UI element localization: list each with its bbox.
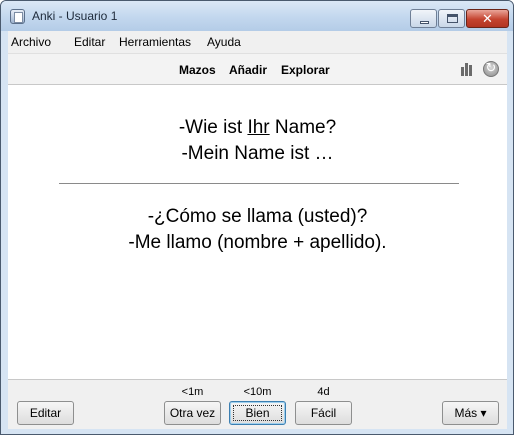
maximize-icon [447, 14, 458, 23]
again-button[interactable]: Otra vez [164, 401, 221, 425]
close-icon: ✕ [482, 11, 493, 26]
card-view: -Wie ist Ihr Name? -Mein Name ist … -¿Có… [8, 85, 507, 379]
anki-app-icon [10, 9, 25, 24]
anki-window: Anki - Usuario 1 ✕ Archivo Editar Herram… [0, 0, 514, 435]
good-button[interactable]: Bien [229, 401, 286, 425]
card-back-line-1: -¿Cómo se llama (usted)? [147, 206, 368, 227]
toolbar-add-link[interactable]: Añadir [229, 63, 267, 77]
interval-easy: 4d [317, 386, 330, 398]
minimize-button[interactable] [410, 9, 437, 28]
underlined-word: Ihr [247, 117, 270, 138]
minimize-icon [420, 21, 429, 24]
sync-icon[interactable] [483, 60, 499, 77]
toolbar-decks-link[interactable]: Mazos [179, 63, 216, 77]
interval-good: <10m [243, 386, 272, 398]
edit-button[interactable]: Editar [17, 401, 74, 425]
menu-ayuda[interactable]: Ayuda [207, 35, 241, 49]
card-front-line-1: -Wie ist Ihr Name? [178, 117, 337, 138]
window-title: Anki - Usuario 1 [32, 9, 118, 23]
title-bar[interactable]: Anki - Usuario 1 ✕ [1, 1, 513, 31]
menu-editar[interactable]: Editar [74, 35, 105, 49]
answer-divider [59, 183, 459, 184]
card-back-line-2: -Me llamo (nombre + apellido). [128, 232, 387, 253]
menu-archivo[interactable]: Archivo [11, 35, 51, 49]
easy-button[interactable]: Fácil [295, 401, 352, 425]
stats-icon[interactable] [461, 62, 475, 76]
more-button[interactable]: Más ▾ [442, 401, 499, 425]
close-button[interactable]: ✕ [466, 9, 509, 28]
interval-again: <1m [181, 386, 204, 398]
focus-ring [233, 405, 282, 421]
answer-bar: Editar <1m Otra vez <10m Bien 4d Fácil M… [8, 379, 507, 429]
menu-herramientas[interactable]: Herramientas [119, 35, 191, 49]
menu-bar: Archivo Editar Herramientas Ayuda [8, 31, 507, 53]
maximize-button[interactable] [438, 9, 465, 28]
toolbar-browse-link[interactable]: Explorar [281, 63, 330, 77]
card-front-line-2: -Mein Name ist … [181, 143, 334, 164]
top-toolbar: Mazos Añadir Explorar [8, 53, 507, 85]
